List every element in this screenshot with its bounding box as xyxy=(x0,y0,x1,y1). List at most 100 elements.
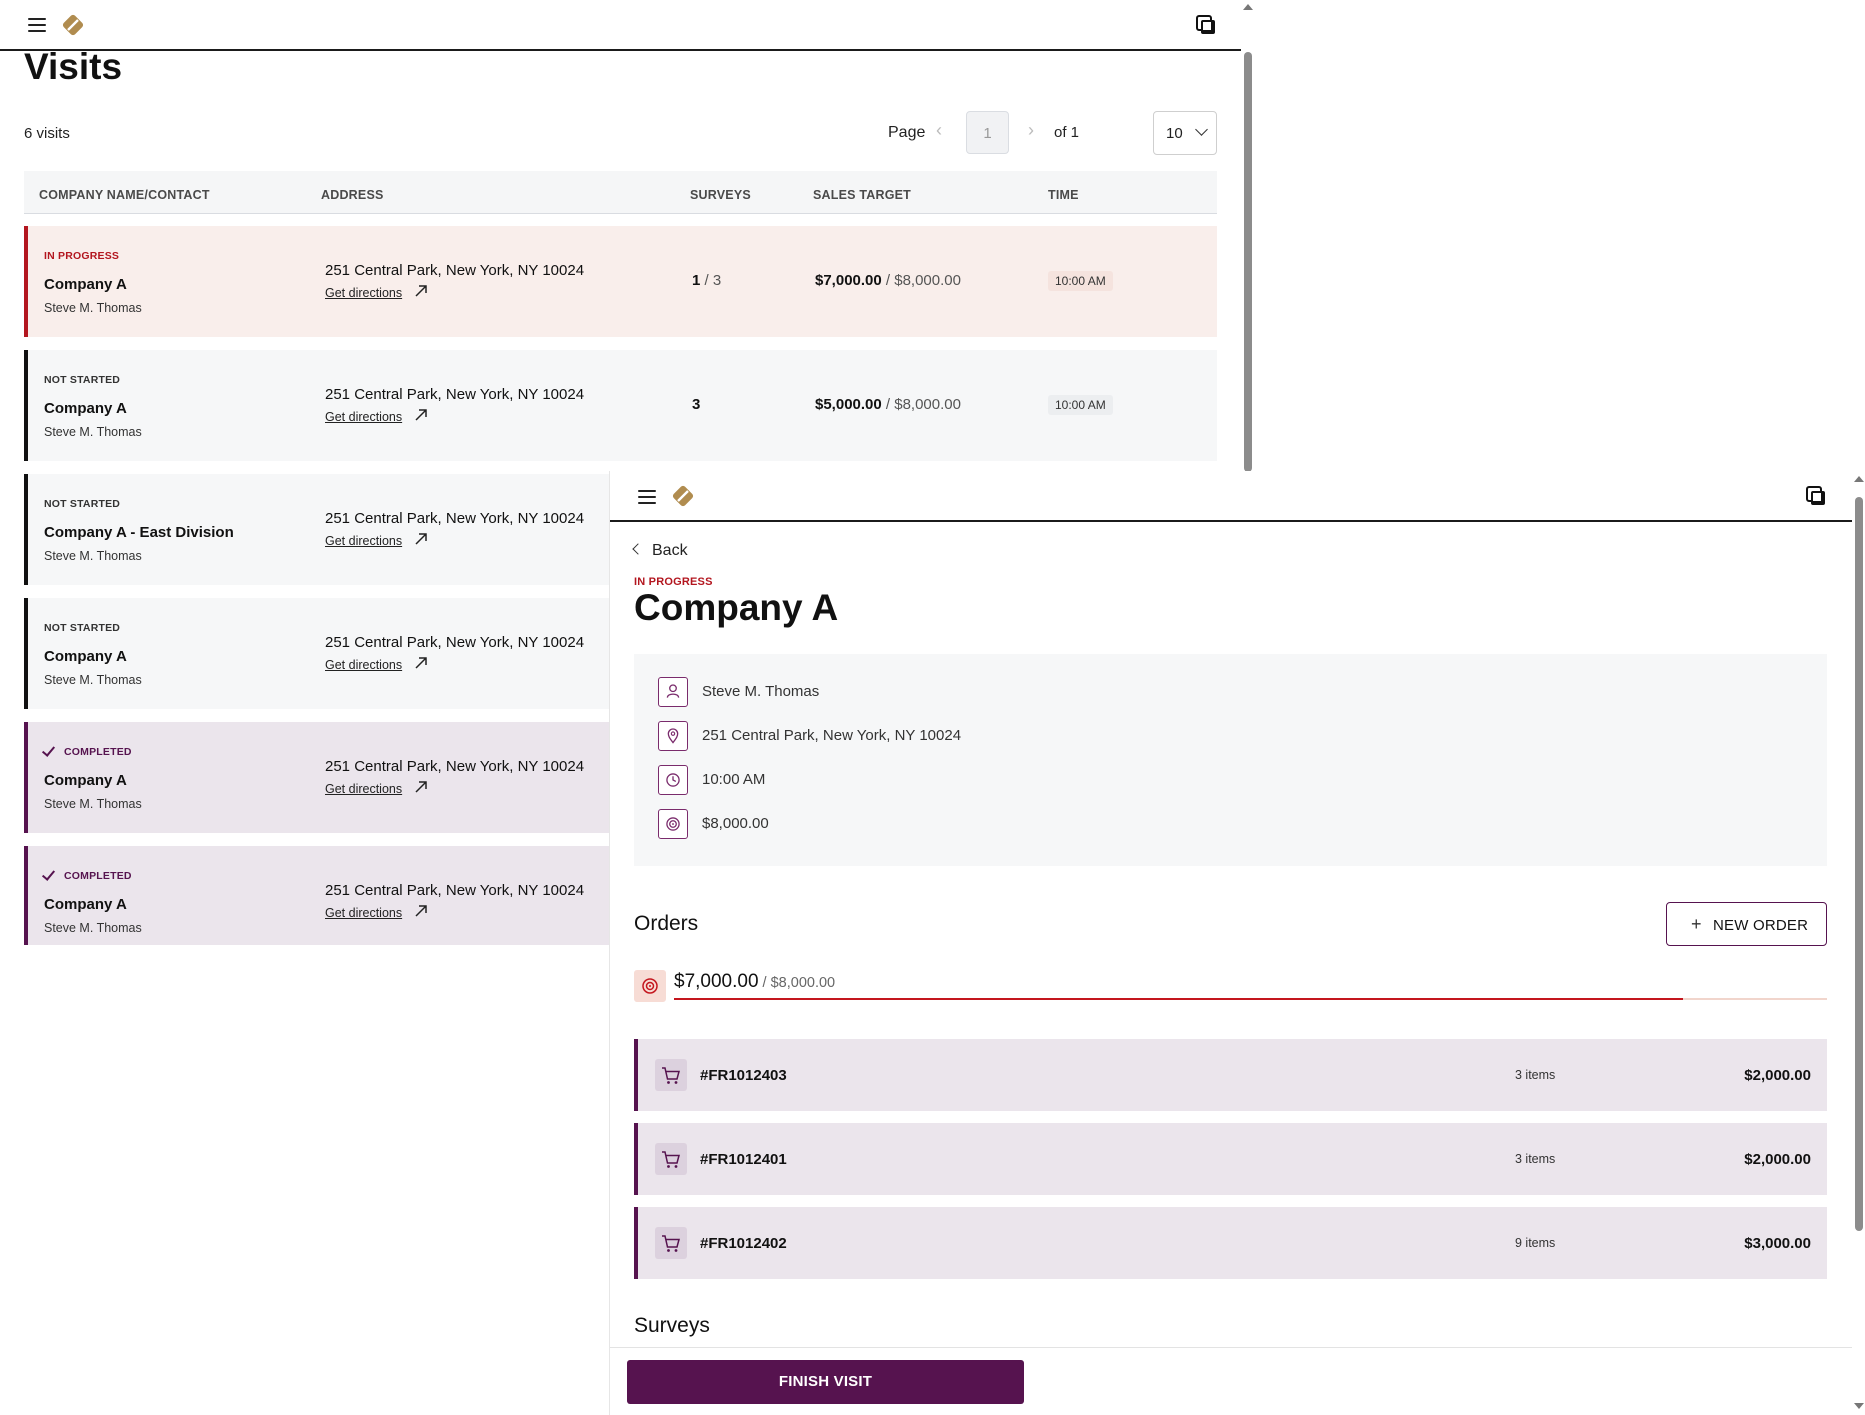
scrollbar-thumb[interactable] xyxy=(1244,52,1252,471)
table-row[interactable]: COMPLETED Company A Steve M. Thomas 251 … xyxy=(24,722,609,833)
windows-icon[interactable] xyxy=(1195,14,1217,36)
visits-count: 6 visits xyxy=(24,125,70,142)
status-badge: IN PROGRESS xyxy=(44,250,120,262)
windows-icon[interactable] xyxy=(1805,485,1827,507)
page-label: Page xyxy=(888,124,926,141)
contact-name: Steve M. Thomas xyxy=(44,425,142,439)
footer-bar: FINISH VISIT xyxy=(610,1347,1852,1415)
prev-page-icon[interactable]: ‹ xyxy=(936,120,942,141)
scrollbar-thumb[interactable] xyxy=(1855,497,1863,1231)
order-number: #FR1012402 xyxy=(700,1235,787,1252)
target-icon xyxy=(634,970,666,1002)
finish-visit-button[interactable]: FINISH VISIT xyxy=(627,1360,1024,1404)
page-number-input[interactable]: 1 xyxy=(966,111,1009,154)
sales-target-value: / $8,000.00 xyxy=(881,272,961,289)
order-row[interactable]: #FR1012403 3 items $2,000.00 xyxy=(634,1039,1827,1111)
menu-icon[interactable] xyxy=(638,490,656,504)
cart-icon xyxy=(655,1227,687,1259)
chevron-down-icon xyxy=(1195,123,1208,136)
sales-progress-fill xyxy=(674,998,1683,1000)
contact-name: Steve M. Thomas xyxy=(44,673,142,687)
sales-progress-text: $7,000.00 / $8,000.00 xyxy=(674,971,835,993)
sales-target: $8,000.00 xyxy=(702,815,769,832)
map-pin-icon xyxy=(658,721,688,751)
table-row[interactable]: NOT STARTED Company A - East Division St… xyxy=(24,474,609,585)
visit-detail-window: Back IN PROGRESS Company A Steve M. Thom… xyxy=(609,471,1865,1415)
contact-name: Steve M. Thomas xyxy=(44,921,142,935)
per-page-value: 10 xyxy=(1166,125,1183,142)
company-name: Company A xyxy=(44,648,127,665)
page-title: Company A xyxy=(634,587,839,628)
arrow-up-right-icon[interactable] xyxy=(414,408,428,422)
company-name: Company A xyxy=(44,400,127,417)
order-number: #FR1012401 xyxy=(700,1151,787,1168)
column-header-company: COMPANY NAME/CONTACT xyxy=(39,188,210,202)
next-page-icon[interactable]: › xyxy=(1028,120,1034,141)
sales-progress-bar xyxy=(674,998,1827,1000)
surveys-total: / 3 xyxy=(700,272,722,289)
arrow-up-right-icon[interactable] xyxy=(414,532,428,546)
get-directions-link[interactable]: Get directions xyxy=(325,286,402,300)
surveys-count: 3 xyxy=(692,396,700,413)
get-directions-link[interactable]: Get directions xyxy=(325,782,402,796)
sales-target: $5,000.00 / $8,000.00 xyxy=(815,396,961,413)
scroll-up-icon[interactable] xyxy=(1243,4,1253,10)
app-logo xyxy=(62,14,84,36)
vertical-scrollbar[interactable] xyxy=(1852,471,1865,1415)
order-number: #FR1012403 xyxy=(700,1067,787,1084)
per-page-select[interactable]: 10 xyxy=(1153,111,1217,155)
arrow-up-right-icon[interactable] xyxy=(414,284,428,298)
column-header-address: ADDRESS xyxy=(321,188,384,202)
order-items: 9 items xyxy=(1515,1236,1556,1250)
contact-name: Steve M. Thomas xyxy=(44,549,142,563)
get-directions-link[interactable]: Get directions xyxy=(325,906,402,920)
cart-icon xyxy=(655,1143,687,1175)
address: 251 Central Park, New York, NY 10024 xyxy=(325,386,585,403)
get-directions-link[interactable]: Get directions xyxy=(325,410,402,424)
visits-list-window: Visits 6 visits Page ‹ 1 › of 1 10 COMPA… xyxy=(0,0,1255,471)
surveys-heading: Surveys xyxy=(634,1314,710,1337)
status-badge: COMPLETED xyxy=(64,746,132,758)
visits-list-continued: NOT STARTED Company A - East Division St… xyxy=(0,471,609,945)
address: 251 Central Park, New York, NY 10024 xyxy=(325,758,585,775)
new-order-button[interactable]: + NEW ORDER xyxy=(1666,902,1827,946)
order-row[interactable]: #FR1012401 3 items $2,000.00 xyxy=(634,1123,1827,1195)
time-badge: 10:00 AM xyxy=(1048,395,1113,415)
company-name: Company A xyxy=(44,896,127,913)
scroll-up-icon[interactable] xyxy=(1854,476,1864,482)
address: 251 Central Park, New York, NY 10024 xyxy=(702,727,962,744)
back-label: Back xyxy=(652,542,688,559)
menu-icon[interactable] xyxy=(28,18,46,32)
company-name: Company A - East Division xyxy=(44,524,234,541)
address: 251 Central Park, New York, NY 10024 xyxy=(325,510,585,527)
order-amount: $2,000.00 xyxy=(1744,1151,1811,1168)
sales-progress-target: / $8,000.00 xyxy=(758,975,836,991)
vertical-scrollbar[interactable] xyxy=(1241,0,1255,471)
sales-progress-amount: $7,000.00 xyxy=(674,971,759,992)
top-bar xyxy=(610,471,1852,522)
table-row[interactable]: IN PROGRESS Company A Steve M. Thomas 25… xyxy=(24,226,1217,337)
column-header-surveys: SURVEYS xyxy=(690,188,751,202)
scroll-down-icon[interactable] xyxy=(1854,1403,1864,1409)
order-items: 3 items xyxy=(1515,1152,1556,1166)
arrow-up-right-icon[interactable] xyxy=(414,656,428,670)
plus-icon: + xyxy=(1691,914,1702,934)
arrow-up-right-icon[interactable] xyxy=(414,780,428,794)
get-directions-link[interactable]: Get directions xyxy=(325,534,402,548)
company-name: Company A xyxy=(44,276,127,293)
table-row[interactable]: NOT STARTED Company A Steve M. Thomas 25… xyxy=(24,598,609,709)
table-row[interactable]: NOT STARTED Company A Steve M. Thomas 25… xyxy=(24,350,1217,461)
back-button[interactable]: Back xyxy=(632,542,688,560)
clock-icon xyxy=(658,765,688,795)
time-badge: 10:00 AM xyxy=(1048,271,1113,291)
cart-icon xyxy=(655,1059,687,1091)
orders-heading: Orders xyxy=(634,912,699,935)
surveys-count: 1 / 3 xyxy=(692,272,721,289)
get-directions-link[interactable]: Get directions xyxy=(325,658,402,672)
table-row[interactable]: COMPLETED Company A Steve M. Thomas 251 … xyxy=(24,846,609,945)
contact-name: Steve M. Thomas xyxy=(44,301,142,315)
column-header-sales-target: SALES TARGET xyxy=(813,188,912,202)
arrow-up-right-icon[interactable] xyxy=(414,904,428,918)
target-icon xyxy=(658,809,688,839)
order-row[interactable]: #FR1012402 9 items $3,000.00 xyxy=(634,1207,1827,1279)
